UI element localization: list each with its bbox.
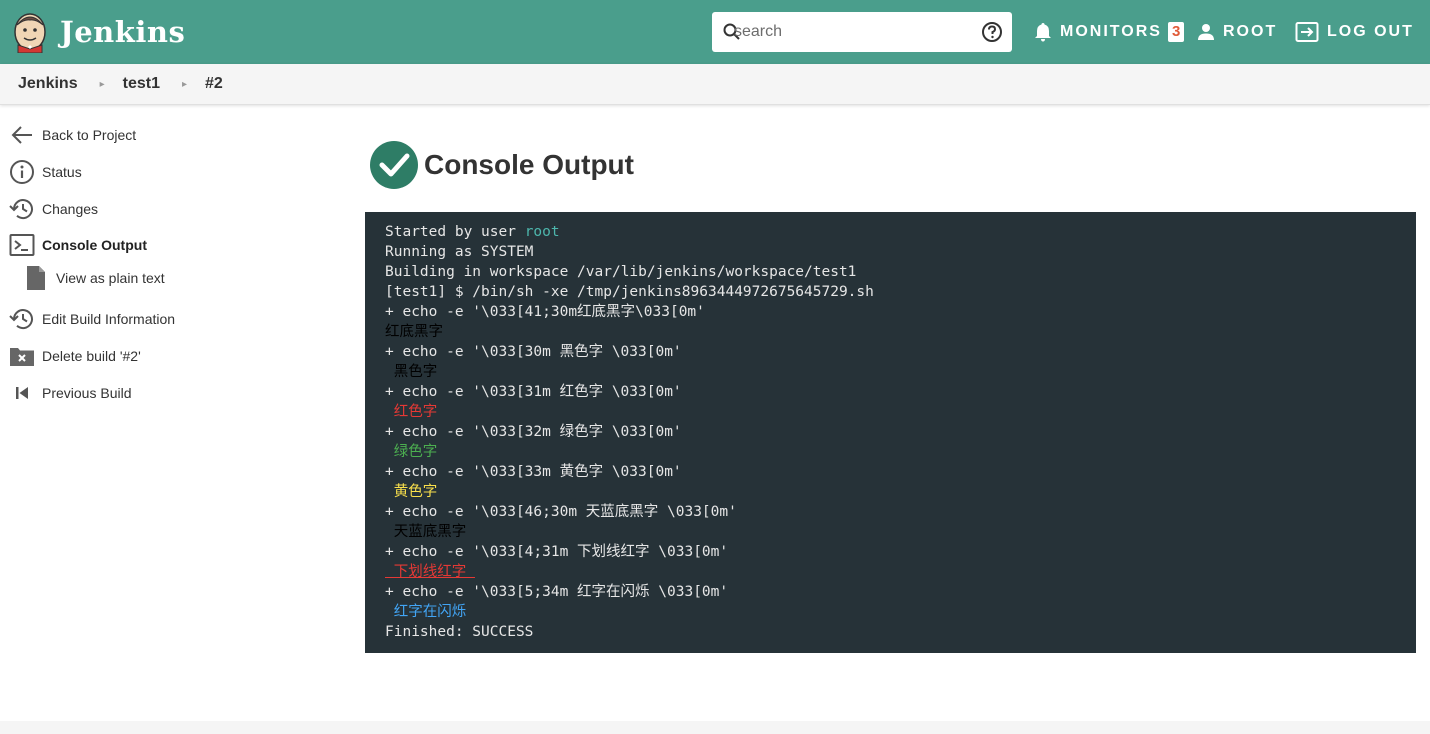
console-line: + echo -e '\033[32m 绿色字 \033[0m' — [385, 422, 1396, 442]
console-text: Started by user — [385, 224, 525, 240]
sidebar-item-label: Changes — [42, 201, 99, 217]
console-text: Running as SYSTEM — [385, 244, 534, 260]
sidebar-item-label: Back to Project — [42, 127, 137, 143]
breadcrumb-jenkins[interactable]: Jenkins — [18, 75, 78, 93]
console-text: + echo -e '\033[41;30m红底黑字\033[0m' — [385, 304, 705, 320]
chevron-right-icon[interactable]: ▸ — [100, 79, 105, 90]
jenkins-butler-icon — [14, 13, 46, 53]
console-line: 黑色字 — [385, 362, 1396, 382]
monitors-count-badge: 3 — [1167, 22, 1185, 42]
success-check-icon — [370, 141, 418, 189]
page-title-row: Console Output — [370, 141, 634, 189]
logout-label: LOG OUT — [1327, 23, 1414, 40]
console-text: + echo -e '\033[32m 绿色字 \033[0m' — [385, 424, 682, 440]
console-line: + echo -e '\033[30m 黑色字 \033[0m' — [385, 342, 1396, 362]
skip-previous-icon — [16, 387, 28, 399]
console-text: 黑色字 — [385, 364, 446, 380]
console-line: 天蓝底黑字 — [385, 522, 1396, 542]
sidebar-item-status[interactable]: Status — [8, 158, 82, 186]
console-text: Finished: SUCCESS — [385, 624, 534, 640]
sidebar-item-changes[interactable]: Changes — [8, 195, 98, 223]
console-line: + echo -e '\033[46;30m 天蓝底黑字 \033[0m' — [385, 502, 1396, 522]
jenkins-logo[interactable]: Jenkins — [12, 11, 185, 53]
sidebar-item-back-to-project[interactable]: Back to Project — [8, 121, 136, 149]
console-line: 下划线红字 — [385, 562, 1396, 582]
console-line: Finished: SUCCESS — [385, 622, 1396, 642]
console-line: + echo -e '\033[33m 黄色字 \033[0m' — [385, 462, 1396, 482]
search-input[interactable] — [732, 20, 972, 44]
page-title: Console Output — [424, 149, 634, 180]
console-line: 黄色字 — [385, 482, 1396, 502]
history-icon — [9, 199, 33, 220]
console-line: Running as SYSTEM — [385, 242, 1396, 262]
info-icon — [10, 160, 34, 184]
console-line: 红字在闪烁 — [385, 602, 1396, 622]
console-text: + echo -e '\033[31m 红色字 \033[0m' — [385, 384, 682, 400]
search-box[interactable] — [712, 12, 1012, 52]
console-text: 下划线红字 — [385, 564, 475, 580]
console-text: + echo -e '\033[33m 黄色字 \033[0m' — [385, 464, 682, 480]
sidebar-item-label: Status — [42, 164, 82, 180]
sidebar-item-label: Console Output — [42, 237, 147, 253]
sidebar-item-view-plain-text[interactable]: View as plain text — [22, 264, 165, 292]
console-text: 天蓝底黑字 — [385, 524, 475, 540]
monitors-label: MONITORS — [1060, 23, 1162, 40]
console-text: + echo -e '\033[30m 黑色字 \033[0m' — [385, 344, 682, 360]
console-text: + echo -e '\033[5;34m 红字在闪烁 \033[0m' — [385, 584, 729, 600]
logout-icon — [1295, 22, 1319, 42]
console-line: 绿色字 — [385, 442, 1396, 462]
console-line: + echo -e '\033[31m 红色字 \033[0m' — [385, 382, 1396, 402]
sidebar-item-label: View as plain text — [56, 270, 165, 286]
console-line: + echo -e '\033[41;30m红底黑字\033[0m' — [385, 302, 1396, 322]
sidebar-item-console-output[interactable]: Console Output — [8, 231, 147, 259]
console-text: root — [524, 224, 560, 240]
sidebar-item-label: Edit Build Information — [42, 311, 176, 327]
terminal-icon — [9, 234, 35, 256]
chevron-right-icon[interactable]: ▸ — [182, 79, 187, 90]
help-icon[interactable] — [981, 21, 1003, 43]
console-text: 红底黑字 — [385, 324, 443, 340]
sidebar-item-edit-build-info[interactable]: Edit Build Information — [8, 305, 175, 333]
top-header: Jenkins MONITORS 3 ROOT — [0, 0, 1430, 64]
arrow-left-icon — [11, 126, 32, 144]
bell-icon — [1035, 23, 1051, 42]
console-line: Started by user root — [385, 222, 1396, 242]
console-text: [test1] $ /bin/sh -xe /tmp/jenkins896344… — [385, 284, 874, 300]
breadcrumb-build[interactable]: #2 — [205, 75, 223, 93]
sidebar-item-delete-build[interactable]: Delete build '#2' — [8, 342, 141, 370]
console-text: 红字在闪烁 — [385, 604, 467, 620]
console-text: Building in workspace /var/lib/jenkins/w… — [385, 264, 857, 280]
logo-text[interactable]: Jenkins — [60, 15, 185, 49]
history-icon — [9, 309, 33, 330]
console-line: Building in workspace /var/lib/jenkins/w… — [385, 262, 1396, 282]
user-link[interactable]: ROOT — [1197, 0, 1277, 64]
sidebar-item-label: Delete build '#2' — [42, 348, 141, 364]
footer — [0, 721, 1430, 734]
console-text: + echo -e '\033[46;30m 天蓝底黑字 \033[0m' — [385, 504, 737, 520]
sidebar-item-label: Previous Build — [42, 385, 132, 401]
folder-delete-icon — [10, 348, 34, 366]
console-text: 绿色字 — [385, 444, 446, 460]
sidebar-item-previous-build[interactable]: Previous Build — [8, 379, 132, 407]
console-text: 黄色字 — [385, 484, 446, 500]
breadcrumb-project[interactable]: test1 — [123, 75, 160, 93]
breadcrumb: Jenkins ▸ test1 ▸ #2 — [0, 64, 1430, 105]
document-icon — [27, 266, 45, 290]
person-icon — [1198, 24, 1214, 40]
console-line: 红底黑字 — [385, 322, 1396, 342]
logout-link[interactable]: LOG OUT — [1295, 0, 1414, 64]
monitors-link[interactable]: MONITORS 3 — [1034, 0, 1185, 64]
console-line: [test1] $ /bin/sh -xe /tmp/jenkins896344… — [385, 282, 1396, 302]
console-text: + echo -e '\033[4;31m 下划线红字 \033[0m' — [385, 544, 729, 560]
console-line: + echo -e '\033[5;34m 红字在闪烁 \033[0m' — [385, 582, 1396, 602]
console-output[interactable]: Started by user root Running as SYSTEM Bui… — [365, 212, 1416, 653]
console-text: 红色字 — [385, 404, 446, 420]
user-label: ROOT — [1223, 23, 1278, 40]
console-line: + echo -e '\033[4;31m 下划线红字 \033[0m' — [385, 542, 1396, 562]
console-line: 红色字 — [385, 402, 1396, 422]
